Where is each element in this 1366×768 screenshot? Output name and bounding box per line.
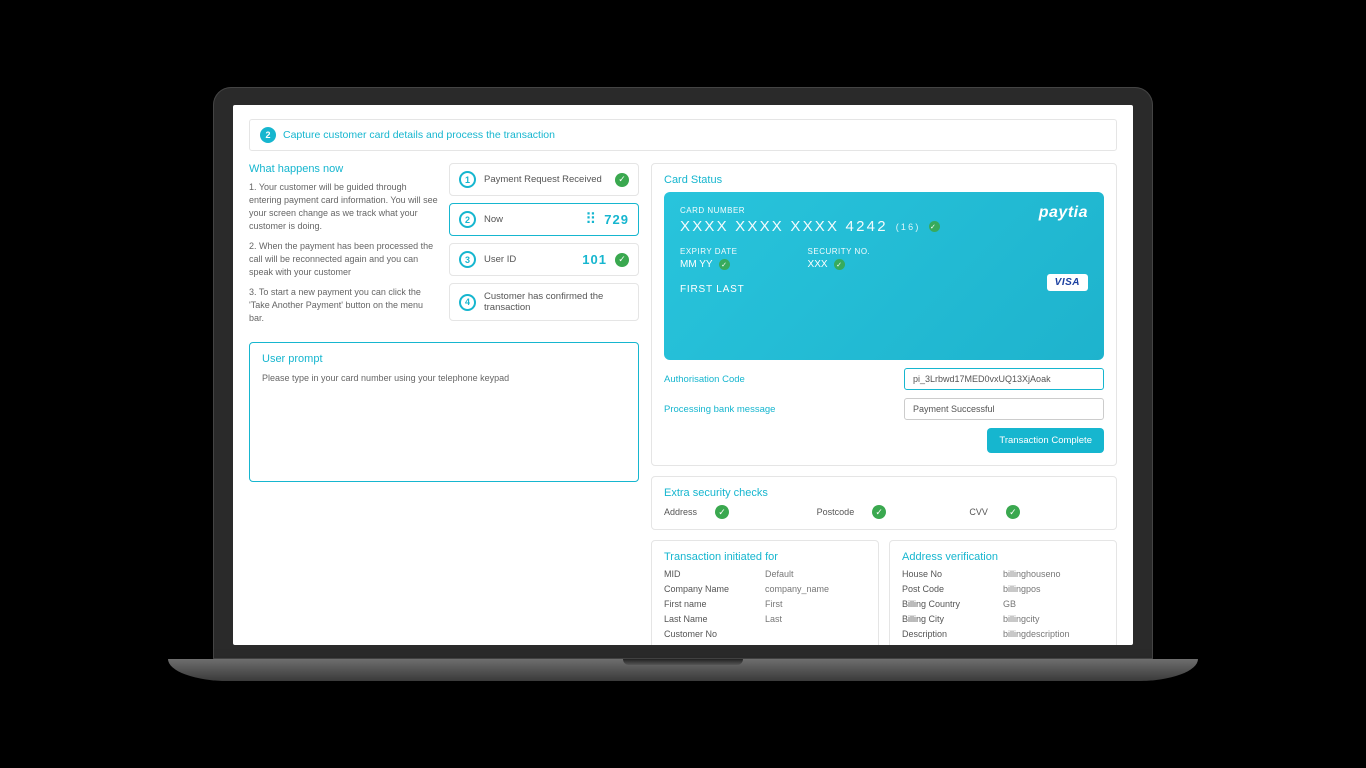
- security-label: SECURITY NO.: [808, 247, 871, 256]
- check-icon: ✓: [719, 259, 730, 270]
- step-4-label: Customer has confirmed the transaction: [484, 291, 629, 313]
- company-value: company_name: [765, 584, 866, 594]
- credit-card-visual: paytia CARD NUMBER XXXX XXXX XXXX 4242 (…: [664, 192, 1104, 360]
- app-screen: 2 Capture customer card details and proc…: [233, 105, 1133, 645]
- desc-key: Description: [902, 629, 1003, 639]
- card-digit-count: (16): [896, 222, 921, 232]
- check-icon: ✓: [615, 253, 629, 267]
- card-number-label: CARD NUMBER: [680, 206, 1088, 215]
- check-postcode-label: Postcode: [817, 507, 855, 517]
- step-3-label: User ID: [484, 254, 574, 265]
- expiry-value: MM YY: [680, 259, 713, 270]
- step-1-label: Payment Request Received: [484, 174, 607, 185]
- auth-code-field[interactable]: pi_3Lrbwd17MED0vxUQ13XjAoak: [904, 368, 1104, 390]
- user-prompt-text: Please type in your card number using yo…: [262, 373, 626, 383]
- mid-key: MID: [664, 569, 765, 579]
- step-now: 2 Now ⠿ 729: [449, 203, 639, 236]
- security-checks-panel: Extra security checks Address ✓ Postcode ✓…: [651, 476, 1117, 530]
- wizard-title: Capture customer card details and proces…: [283, 129, 555, 141]
- step-4-badge: 4: [459, 294, 476, 311]
- house-value: billinghouseno: [1003, 569, 1104, 579]
- transaction-initiated-title: Transaction initiated for: [664, 551, 866, 563]
- what-happens-panel: What happens now 1. Your customer will b…: [249, 163, 439, 332]
- check-icon: ✓: [834, 259, 845, 270]
- step-3-value: 101: [582, 252, 607, 267]
- transaction-complete-button[interactable]: Transaction Complete: [987, 428, 1104, 453]
- card-status-panel: Card Status paytia CARD NUMBER XXXX XXXX…: [651, 163, 1117, 466]
- security-checks-title: Extra security checks: [664, 487, 1104, 499]
- postcode-value: billingpos: [1003, 584, 1104, 594]
- mid-value: Default: [765, 569, 866, 579]
- postcode-key: Post Code: [902, 584, 1003, 594]
- what-happens-p3: 3. To start a new payment you can click …: [249, 286, 439, 325]
- custno-value: [765, 629, 866, 639]
- country-value: GB: [1003, 599, 1104, 609]
- user-prompt-panel: User prompt Please type in your card num…: [249, 342, 639, 482]
- step-1-badge: 1: [459, 171, 476, 188]
- wizard-header: 2 Capture customer card details and proc…: [249, 119, 1117, 151]
- lastname-key: Last Name: [664, 614, 765, 624]
- check-cvv-label: CVV: [969, 507, 988, 517]
- bank-message-field[interactable]: Payment Successful: [904, 398, 1104, 420]
- check-icon: ✓: [1006, 505, 1020, 519]
- transaction-initiated-panel: Transaction initiated for MIDDefault Com…: [651, 540, 879, 645]
- auth-code-label: Authorisation Code: [664, 374, 894, 385]
- card-number-value: XXXX XXXX XXXX 4242: [680, 218, 888, 235]
- check-icon: ✓: [929, 221, 940, 232]
- firstname-key: First name: [664, 599, 765, 609]
- step-2-badge: 2: [459, 211, 476, 228]
- check-icon: ✓: [872, 505, 886, 519]
- card-status-title: Card Status: [664, 174, 1104, 186]
- laptop-frame: 2 Capture customer card details and proc…: [213, 87, 1153, 681]
- check-icon: ✓: [715, 505, 729, 519]
- desc-value: billingdescription: [1003, 629, 1104, 639]
- step-2-value: 729: [604, 212, 629, 227]
- cardholder-name: FIRST LAST: [680, 284, 1088, 295]
- laptop-base: [168, 659, 1198, 681]
- company-key: Company Name: [664, 584, 765, 594]
- wizard-step-badge: 2: [260, 127, 276, 143]
- firstname-value: First: [765, 599, 866, 609]
- what-happens-title: What happens now: [249, 163, 439, 175]
- user-prompt-title: User prompt: [262, 353, 626, 365]
- expiry-label: EXPIRY DATE: [680, 247, 738, 256]
- step-payment-request: 1 Payment Request Received ✓: [449, 163, 639, 196]
- city-value: billingcity: [1003, 614, 1104, 624]
- steps-panel: 1 Payment Request Received ✓ 2 Now ⠿ 729: [449, 163, 639, 332]
- step-user-id: 3 User ID 101 ✓: [449, 243, 639, 276]
- visa-badge: VISA: [1047, 274, 1088, 291]
- address-verification-title: Address verification: [902, 551, 1104, 563]
- step-confirmed: 4 Customer has confirmed the transaction: [449, 283, 639, 321]
- house-key: House No: [902, 569, 1003, 579]
- check-address-label: Address: [664, 507, 697, 517]
- keypad-icon: ⠿: [585, 212, 596, 227]
- check-icon: ✓: [615, 173, 629, 187]
- step-2-label: Now: [484, 214, 577, 225]
- city-key: Billing City: [902, 614, 1003, 624]
- lastname-value: Last: [765, 614, 866, 624]
- step-3-badge: 3: [459, 251, 476, 268]
- address-verification-panel: Address verification House Nobillinghous…: [889, 540, 1117, 645]
- screen-bezel: 2 Capture customer card details and proc…: [213, 87, 1153, 659]
- what-happens-p1: 1. Your customer will be guided through …: [249, 181, 439, 233]
- bank-message-label: Processing bank message: [664, 404, 894, 415]
- custno-key: Customer No: [664, 629, 765, 639]
- security-value: XXX: [808, 259, 828, 270]
- country-key: Billing Country: [902, 599, 1003, 609]
- what-happens-p2: 2. When the payment has been processed t…: [249, 240, 439, 279]
